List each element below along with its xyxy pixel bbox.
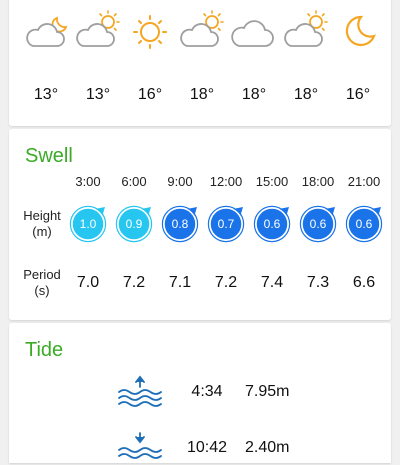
swell-height-badge: 0.7 xyxy=(207,205,245,243)
swell-height-value: 0.8 xyxy=(171,217,189,231)
height-label: Height (m) xyxy=(9,208,75,240)
tide-height: 2.40m xyxy=(245,439,290,456)
swell-height-value: 0.6 xyxy=(263,217,281,231)
temperature: 16° xyxy=(345,86,371,103)
swell-time: 21:00 xyxy=(347,174,381,189)
swell-height-value: 0.7 xyxy=(217,217,235,231)
swell-height-value: 0.9 xyxy=(125,217,143,231)
weather-slot: 18° xyxy=(283,0,329,120)
low-tide-icon xyxy=(118,432,162,459)
tide-time: 4:34 xyxy=(191,383,223,400)
weather-slot: 13° xyxy=(23,0,69,120)
temperature: 18° xyxy=(189,86,215,103)
weather-forecast-card: 13° 13° 16° 18° 18° 18° 16° xyxy=(9,0,391,126)
high-tide-icon xyxy=(118,375,162,407)
swell-height-value: 0.6 xyxy=(309,217,327,231)
swell-height-badge: 0.9 xyxy=(115,205,153,243)
temperature: 18° xyxy=(293,86,319,103)
cloud-sun-icon xyxy=(284,10,328,47)
sun-icon xyxy=(133,15,167,49)
cloud-sun-icon xyxy=(180,10,224,47)
weather-slot: 16° xyxy=(335,0,381,120)
weather-slot: 18° xyxy=(231,0,277,120)
swell-height-badge: 0.6 xyxy=(299,205,337,243)
temperature: 16° xyxy=(137,86,163,103)
swell-height-badge: 1.0 xyxy=(69,205,107,243)
tide-time: 10:42 xyxy=(186,439,228,456)
temperature: 18° xyxy=(241,86,267,103)
cloud-moon-icon xyxy=(26,16,68,47)
temperature: 13° xyxy=(85,86,111,103)
moon-icon xyxy=(345,15,376,47)
swell-height-value: 1.0 xyxy=(79,217,97,231)
height-label-unit: (m) xyxy=(32,224,52,239)
cloud-sun-icon xyxy=(76,10,120,47)
tide-entry: 4:34 7.95m xyxy=(9,375,391,409)
tide-height: 7.95m xyxy=(245,383,290,400)
tide-title: Tide xyxy=(25,339,64,361)
swell-height-badge: 0.6 xyxy=(345,205,383,243)
weather-row: 13° 13° 16° 18° 18° 18° 16° xyxy=(9,0,391,120)
swell-card: Swell Height (m) Period (s) 3:00 1.0 7.0 6:… xyxy=(9,129,391,320)
weather-slot: 18° xyxy=(179,0,225,120)
swell-height-badge: 0.8 xyxy=(161,205,199,243)
weather-slot: 16° xyxy=(127,0,173,120)
swell-period: 6.6 xyxy=(352,274,376,291)
tide-entry: 10:42 2.40m xyxy=(9,431,391,465)
swell-height-badge: 0.6 xyxy=(253,205,291,243)
cloud-icon xyxy=(231,20,274,47)
swell-title: Swell xyxy=(25,145,73,167)
swell-height-value: 0.6 xyxy=(355,217,373,231)
weather-slot: 13° xyxy=(75,0,121,120)
height-label-text: Height xyxy=(23,208,61,223)
temperature: 13° xyxy=(33,86,59,103)
tide-card: Tide 4:34 7.95m 10:42 2.40m xyxy=(9,323,391,463)
